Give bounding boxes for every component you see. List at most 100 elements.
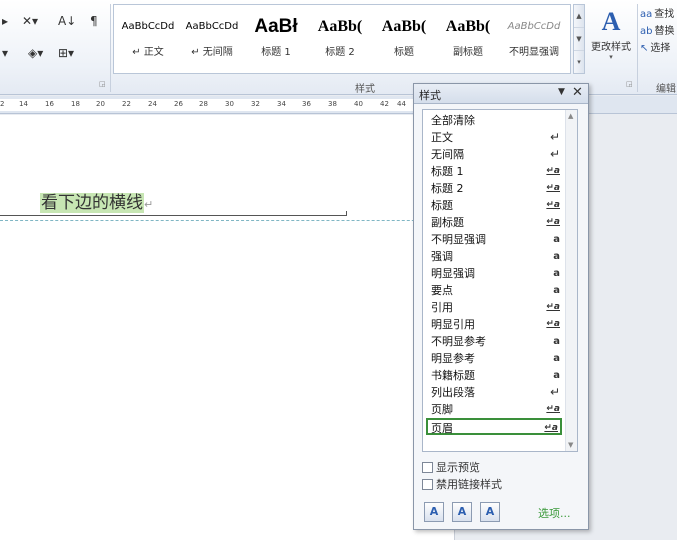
find-label: 查找: [654, 9, 675, 20]
gallery-style-subtitle[interactable]: AaBb( 副标题: [437, 7, 499, 67]
gallery-style-heading-1[interactable]: AaBł 标题 1: [245, 7, 307, 67]
style-item-intense-quote[interactable]: 明显引用 ↵a: [426, 316, 562, 333]
ruler-tick: 20: [96, 100, 105, 108]
manage-styles-button[interactable]: A: [480, 502, 500, 522]
linked-style-icon: ↵a: [544, 423, 558, 433]
gallery-style-subtle-emphasis[interactable]: AaBbCcDd 不明显强调: [503, 7, 565, 67]
select-button[interactable]: ↖ 选择: [640, 40, 677, 57]
style-item-subtle-reference[interactable]: 不明显参考 a: [426, 333, 562, 350]
style-item-list-paragraph[interactable]: 列出段落 ↵: [426, 384, 562, 401]
style-item-title[interactable]: 标题 ↵a: [426, 197, 562, 214]
style-item-footer[interactable]: 页脚 ↵a: [426, 401, 562, 418]
editing-group: aa 查找 ab 替换 ↖ 选择: [640, 6, 677, 76]
style-item-subtitle[interactable]: 副标题 ↵a: [426, 214, 562, 231]
border-dropdown-icon[interactable]: ▾: [2, 44, 8, 62]
style-item-label: 正文: [431, 131, 453, 144]
document-page[interactable]: 看下边的横线↵: [0, 115, 455, 540]
ruler-tick: 38: [328, 100, 337, 108]
paragraph-tools: ▸ ✕▾ A↓ ¶ ▾ ◈▾ ⊞▾: [0, 6, 110, 76]
style-item-quote[interactable]: 引用 ↵a: [426, 299, 562, 316]
ruler-tick: 34: [277, 100, 286, 108]
gallery-style-heading-2[interactable]: AaBb( 标题 2: [309, 7, 371, 67]
style-item-clear-all[interactable]: 全部清除: [426, 112, 562, 129]
ruler-tick: 28: [199, 100, 208, 108]
ruler-tick: 36: [302, 100, 311, 108]
paragraph-launcher-icon[interactable]: ◲: [99, 80, 107, 88]
find-button[interactable]: aa 查找: [640, 6, 677, 23]
borders-icon[interactable]: ⊞▾: [58, 44, 74, 62]
character-style-icon: a: [553, 285, 560, 296]
paragraph-style-icon: ↵: [549, 130, 560, 144]
style-item-label: 标题: [431, 199, 453, 212]
style-sample: AaBbCcDd: [185, 21, 239, 32]
style-item-heading-1[interactable]: 标题 1 ↵a: [426, 163, 562, 180]
styles-pane-title: 样式: [419, 89, 441, 102]
style-item-header[interactable]: 页眉 ↵a: [426, 418, 562, 435]
linked-style-icon: ↵a: [546, 319, 560, 329]
gallery-style-title[interactable]: AaBb( 标题: [373, 7, 435, 67]
document-paragraph[interactable]: 看下边的横线↵: [40, 188, 153, 213]
disable-linked-styles-checkbox[interactable]: [422, 479, 433, 490]
gallery-style-normal[interactable]: AaBbCcDd ↵ 正文: [117, 7, 179, 67]
style-item-label: 引用: [431, 301, 453, 314]
line-spacing-icon[interactable]: ✕▾: [22, 12, 38, 30]
style-item-emphasis[interactable]: 强调 a: [426, 248, 562, 265]
gallery-up-icon[interactable]: ▲: [574, 5, 584, 28]
align-icon[interactable]: ▸: [2, 12, 8, 30]
style-item-label: 明显强调: [431, 267, 475, 280]
style-item-book-title[interactable]: 书籍标题 a: [426, 367, 562, 384]
style-sample: AaBbCcDd: [121, 21, 175, 32]
editing-group-label: 编辑: [656, 84, 676, 95]
show-preview-checkbox[interactable]: [422, 462, 433, 473]
character-style-icon: a: [553, 268, 560, 279]
style-item-heading-2[interactable]: 标题 2 ↵a: [426, 180, 562, 197]
ribbon: ▸ ✕▾ A↓ ¶ ▾ ◈▾ ⊞▾ ◲ AaBbCcDd ↵ 正文 AaBbCc…: [0, 0, 677, 95]
style-item-label: 明显参考: [431, 352, 475, 365]
gallery-scrollbar[interactable]: ▲ ▼ ▾: [573, 4, 585, 74]
change-styles-button[interactable]: A 更改样式 ▾: [589, 6, 633, 76]
styles-group-label: 样式: [355, 84, 375, 95]
style-item-subtle-emphasis[interactable]: 不明显强调 a: [426, 231, 562, 248]
sort-icon[interactable]: A↓: [58, 12, 76, 30]
styles-pane-titlebar[interactable]: 样式 ▼ ✕: [414, 84, 588, 104]
replace-button[interactable]: ab 替换: [640, 23, 677, 40]
style-inspector-button[interactable]: A: [452, 502, 472, 522]
scroll-up-icon[interactable]: ▲: [568, 112, 573, 120]
style-item-strong[interactable]: 要点 a: [426, 282, 562, 299]
close-icon[interactable]: ✕: [572, 85, 583, 100]
disable-linked-styles-option[interactable]: 禁用链接样式: [422, 477, 502, 492]
style-item-label: 全部清除: [431, 114, 475, 127]
scroll-down-icon[interactable]: ▼: [568, 441, 573, 449]
style-name: 标题 2: [325, 47, 355, 58]
character-style-icon: a: [553, 370, 560, 381]
style-item-intense-reference[interactable]: 明显参考 a: [426, 350, 562, 367]
style-item-intense-emphasis[interactable]: 明显强调 a: [426, 265, 562, 282]
styles-launcher-icon[interactable]: ◲: [626, 80, 634, 88]
shading-icon[interactable]: ◈▾: [28, 44, 43, 62]
gallery-down-icon[interactable]: ▼: [574, 28, 584, 51]
linked-style-icon: ↵a: [546, 166, 560, 176]
style-sample: AaBł: [254, 16, 298, 37]
style-name: 不明显强调: [509, 47, 559, 58]
style-item-normal[interactable]: 正文 ↵: [426, 129, 562, 146]
show-preview-label: 显示预览: [436, 461, 480, 474]
style-item-label: 强调: [431, 250, 453, 263]
ruler-tick: 42: [380, 100, 389, 108]
gallery-more-icon[interactable]: ▾: [574, 51, 584, 74]
style-item-no-spacing[interactable]: 无间隔 ↵: [426, 146, 562, 163]
style-sample: AaBbCcDd: [507, 21, 561, 32]
paragraph-style-icon: ↵: [549, 385, 560, 399]
header-boundary-dashed-line: [0, 220, 455, 221]
gallery-style-no-spacing[interactable]: AaBbCcDd ↵ 无间隔: [181, 7, 243, 67]
pane-menu-icon[interactable]: ▼: [558, 87, 565, 97]
ruler-tick: 2: [0, 100, 5, 108]
style-list-scrollbar[interactable]: ▲ ▼: [565, 110, 577, 451]
ruler-tick: 30: [225, 100, 234, 108]
linked-style-icon: ↵a: [546, 302, 560, 312]
show-marks-icon[interactable]: ¶: [90, 12, 98, 30]
highlighted-text[interactable]: 看下边的横线: [40, 193, 144, 213]
character-style-icon: a: [553, 353, 560, 364]
options-link[interactable]: 选项...: [538, 505, 571, 521]
new-style-button[interactable]: A: [424, 502, 444, 522]
show-preview-option[interactable]: 显示预览: [422, 460, 480, 475]
